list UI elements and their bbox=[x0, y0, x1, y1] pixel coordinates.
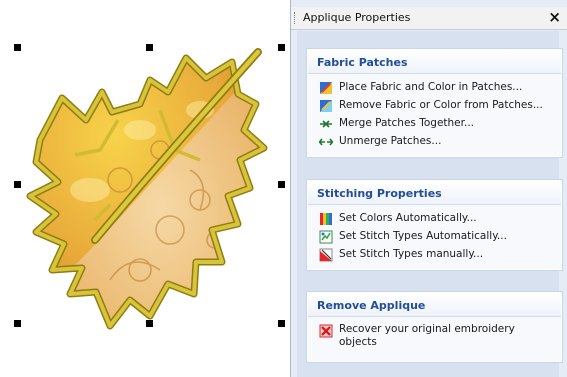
close-button[interactable]: × bbox=[548, 8, 561, 26]
stitch-types-manual-icon bbox=[319, 248, 333, 262]
selection-handle-middle-left[interactable] bbox=[14, 181, 21, 188]
set-stitch-types-manual-label: Set Stitch Types manually... bbox=[339, 248, 484, 260]
applique-properties-panel: Applique Properties × Fabric Patches Pla… bbox=[290, 0, 567, 377]
unmerge-patches-label: Unmerge Patches... bbox=[339, 135, 442, 147]
design-canvas[interactable] bbox=[0, 0, 290, 377]
panel-body: Fabric Patches Place Fabric and Color in… bbox=[297, 31, 562, 377]
recover-embroidery-action[interactable]: Recover your original embroidery objects bbox=[308, 323, 561, 357]
selection-handle-middle-right[interactable] bbox=[278, 181, 285, 188]
merge-patches-action[interactable]: Merge Patches Together... bbox=[308, 116, 561, 134]
red-x-icon bbox=[319, 324, 333, 338]
merge-arrows-icon bbox=[320, 120, 332, 128]
remove-applique-group: Remove Applique Recover your original em… bbox=[307, 292, 562, 362]
remove-fabric-label: Remove Fabric or Color from Patches... bbox=[339, 99, 543, 111]
applique-leaf-design[interactable] bbox=[0, 0, 290, 377]
set-colors-auto-action[interactable]: Set Colors Automatically... bbox=[308, 211, 561, 229]
unmerge-patches-action[interactable]: Unmerge Patches... bbox=[308, 134, 561, 152]
place-fabric-icon bbox=[320, 82, 332, 94]
merge-patches-label: Merge Patches Together... bbox=[339, 117, 474, 129]
selection-handle-top-left[interactable] bbox=[14, 44, 21, 51]
panel-title-bar[interactable]: Applique Properties × bbox=[291, 7, 567, 30]
set-colors-auto-label: Set Colors Automatically... bbox=[339, 212, 477, 224]
set-stitch-types-auto-action[interactable]: Set Stitch Types Automatically... bbox=[308, 229, 561, 247]
remove-fabric-action[interactable]: Remove Fabric or Color from Patches... bbox=[308, 98, 561, 116]
remove-fabric-icon bbox=[320, 100, 332, 112]
selection-handle-top-right[interactable] bbox=[278, 44, 285, 51]
place-fabric-action[interactable]: Place Fabric and Color in Patches... bbox=[308, 80, 561, 98]
place-fabric-label: Place Fabric and Color in Patches... bbox=[339, 81, 523, 93]
stitching-properties-header[interactable]: Stitching Properties bbox=[308, 181, 561, 205]
unmerge-arrows-icon bbox=[319, 138, 333, 146]
selection-handle-top-center[interactable] bbox=[146, 44, 153, 51]
drag-grip-icon[interactable] bbox=[294, 12, 297, 24]
stitch-types-auto-icon bbox=[319, 230, 333, 244]
remove-applique-header[interactable]: Remove Applique bbox=[308, 293, 561, 317]
stitching-properties-group: Stitching Properties Set Colors Automati… bbox=[307, 180, 562, 270]
set-stitch-types-manual-action[interactable]: Set Stitch Types manually... bbox=[308, 247, 561, 265]
selection-handle-bottom-right[interactable] bbox=[278, 320, 285, 327]
panel-title: Applique Properties bbox=[303, 11, 411, 24]
selection-handle-bottom-center[interactable] bbox=[146, 320, 153, 327]
recover-embroidery-label: Recover your original embroidery objects bbox=[339, 323, 515, 348]
set-stitch-types-auto-label: Set Stitch Types Automatically... bbox=[339, 230, 507, 242]
selection-handle-bottom-left[interactable] bbox=[14, 320, 21, 327]
fabric-patches-header[interactable]: Fabric Patches bbox=[308, 50, 561, 74]
rainbow-colors-icon bbox=[320, 213, 332, 225]
fabric-patches-group: Fabric Patches Place Fabric and Color in… bbox=[307, 49, 562, 157]
